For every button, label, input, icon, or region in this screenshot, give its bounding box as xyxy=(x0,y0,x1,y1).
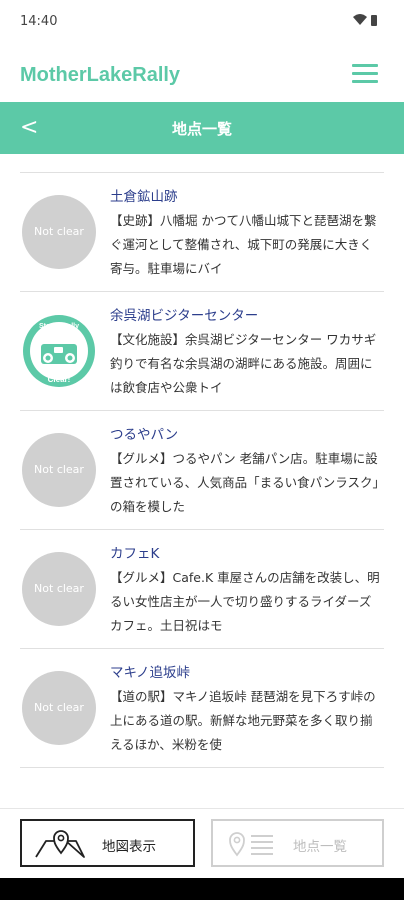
status-bar: 14:40 xyxy=(0,0,404,44)
list-item[interactable]: Not clear マキノ追坂峠 【道の駅】マキノ追坂峠 琵琶湖を見下ろす峠の上… xyxy=(20,649,384,768)
battery-icon xyxy=(371,15,377,26)
spot-list-button[interactable]: 地点一覧 xyxy=(211,819,384,867)
spot-description: 【グルメ】Cafe.K 車屋さんの店舗を改装し、明るい女性店主が一人で切り盛りす… xyxy=(110,570,380,633)
map-pin-icon xyxy=(32,827,88,865)
not-clear-badge: Not clear xyxy=(22,195,96,269)
app-title: MotherLakeRally xyxy=(20,64,181,86)
status-time: 14:40 xyxy=(20,14,58,29)
map-view-button[interactable]: 地図表示 xyxy=(20,819,195,867)
bottom-tab-bar: 地図表示 地点一覧 xyxy=(0,808,404,879)
spot-description: 【グルメ】つるやパン 老舗パン店。駐車場に設置されている、人気商品「まるい食パン… xyxy=(110,451,379,514)
spot-list-label: 地点一覧 xyxy=(293,839,347,855)
clear-stamp-icon: Stamp Rally Clear! xyxy=(22,314,96,388)
list-item[interactable]: Not clear 土倉鉱山跡 【史跡】八幡堀 かつて八幡山城下と琵琶湖を繋ぐ運… xyxy=(20,173,384,292)
stamp-top-text: Stamp Rally xyxy=(39,323,79,330)
wifi-icon xyxy=(353,14,377,26)
page-title: 地点一覧 xyxy=(171,120,232,138)
pin-list-icon xyxy=(223,827,279,865)
app-bar: MotherLakeRally xyxy=(0,44,404,102)
spot-name[interactable]: 土倉鉱山跡 xyxy=(110,185,178,205)
spot-list[interactable]: Not clear 土倉鉱山跡 【史跡】八幡堀 かつて八幡山城下と琵琶湖を繋ぐ運… xyxy=(20,172,384,791)
status-icons xyxy=(352,12,378,30)
list-item[interactable]: Not clear カフェK 【グルメ】Cafe.K 車屋さんの店舗を改装し、明… xyxy=(20,530,384,649)
spot-name[interactable]: つるやパン xyxy=(110,423,178,443)
spot-name[interactable]: 余呉湖ビジターセンター xyxy=(110,304,258,324)
map-view-label: 地図表示 xyxy=(102,839,156,855)
not-clear-badge: Not clear xyxy=(22,433,96,507)
list-item[interactable]: Not clear つるやパン 【グルメ】つるやパン 老舗パン店。駐車場に設置さ… xyxy=(20,411,384,530)
spot-description: 【道の駅】マキノ追坂峠 琵琶湖を見下ろす峠の上にある道の駅。新鮮な地元野菜を多く… xyxy=(110,689,376,752)
nav-bar: < 地点一覧 xyxy=(0,102,404,154)
spot-name[interactable]: カフェK xyxy=(110,542,159,562)
stamp-bottom-text: Clear! xyxy=(48,375,71,384)
hamburger-menu-icon[interactable] xyxy=(352,64,378,84)
system-navigation-bar xyxy=(0,878,404,900)
spot-name[interactable]: マキノ追坂峠 xyxy=(110,661,190,681)
motorcycle-icon xyxy=(41,344,77,364)
spot-description: 【文化施設】余呉湖ビジターセンター ワカサギ釣りで有名な余呉湖の湖畔にある施設。… xyxy=(110,332,377,395)
list-item[interactable]: Stamp Rally Clear! 余呉湖ビジターセンター 【文化施設】余呉湖… xyxy=(20,292,384,411)
spot-description: 【史跡】八幡堀 かつて八幡山城下と琵琶湖を繋ぐ運河として整備され、城下町の発展に… xyxy=(110,213,377,276)
not-clear-badge: Not clear xyxy=(22,671,96,745)
not-clear-badge: Not clear xyxy=(22,552,96,626)
